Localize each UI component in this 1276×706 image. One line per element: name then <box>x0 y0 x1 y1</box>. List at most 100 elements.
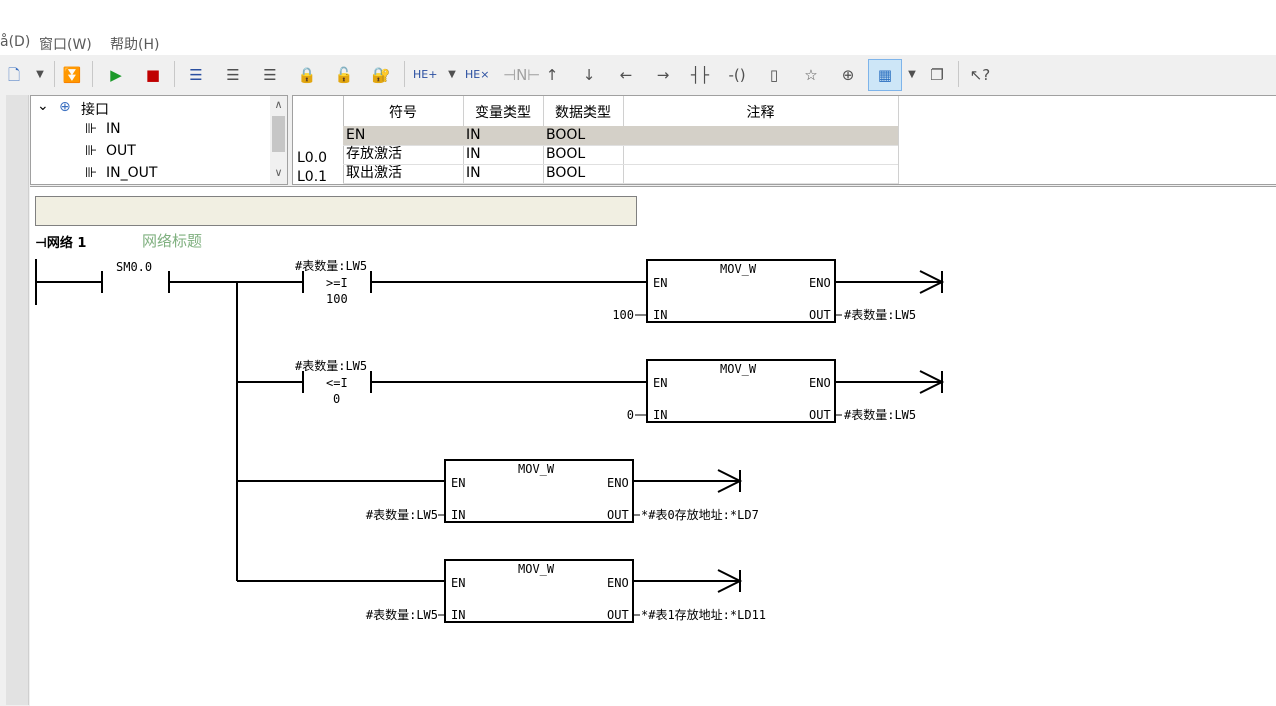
box-eno: ENO <box>809 376 831 390</box>
toolbar-separator <box>92 61 93 87</box>
row-number: L0.1 <box>297 169 328 181</box>
box-in: IN <box>653 308 667 322</box>
lock-icon[interactable]: 🔒 <box>295 63 319 87</box>
variable-table: L0.0 L0.1 符号 变量类型 数据类型 注释 EN IN BOOL 存放激… <box>292 95 1276 185</box>
box-name: MOV_W <box>720 362 757 376</box>
lock-blue-icon[interactable]: 🔐 <box>369 63 393 87</box>
cell-symbol[interactable]: 取出激活 <box>346 164 402 183</box>
tree-item-out[interactable]: OUT <box>106 143 136 159</box>
chevron-down-icon[interactable]: ▼ <box>28 63 52 87</box>
ladder-editor[interactable]: ⊣网络 1 网络标题 SM0.0 #表数量:LW5 >=I 100 #表数量:L… <box>30 186 1276 706</box>
scroll-down-icon[interactable]: ∨ <box>270 166 287 179</box>
chevron-down-icon[interactable]: ▼ <box>900 63 924 87</box>
zoom-icon[interactable]: ⊕ <box>836 63 860 87</box>
box-out: OUT <box>809 308 831 322</box>
interface-icon: ⊕ <box>59 99 71 115</box>
table-row[interactable]: EN IN BOOL <box>343 126 898 146</box>
box-eno: ENO <box>607 476 629 490</box>
header-symbol[interactable]: 符号 <box>343 100 463 126</box>
star-icon[interactable]: ☆ <box>799 63 823 87</box>
download-icon[interactable]: ⏬ <box>60 63 84 87</box>
menu-partial[interactable]: å(D) <box>0 34 30 50</box>
delete-network-icon[interactable]: HE× <box>465 63 489 87</box>
interface-tree: ⌄ ⊕ 接口 ⊪ IN ⊪ OUT ⊪ IN_OUT ∧ ∨ <box>30 95 288 185</box>
block3-icon[interactable]: ☰ <box>258 63 282 87</box>
box-in-value: 100 <box>612 308 634 322</box>
right-arrow-icon[interactable]: → <box>651 63 675 87</box>
stop-icon[interactable]: ■ <box>141 63 165 87</box>
cell-vartype[interactable]: IN <box>466 164 481 183</box>
row-number-column: L0.0 L0.1 <box>293 96 344 184</box>
row-number: L0.0 <box>297 150 328 162</box>
cell-vartype[interactable]: IN <box>466 126 481 145</box>
header-datatype[interactable]: 数据类型 <box>543 100 623 126</box>
new-file-icon[interactable]: 🗋 <box>2 63 26 87</box>
insert-network-icon[interactable]: HE+ <box>413 63 437 87</box>
negate-icon[interactable]: ⊣N⊢ <box>503 63 540 87</box>
unlock-icon[interactable]: 🔓 <box>332 63 356 87</box>
scroll-thumb[interactable] <box>272 116 285 152</box>
pin-icon: ⊪ <box>85 165 98 181</box>
box-out-value: *#表1存放地址:*LD11 <box>641 607 766 622</box>
up-arrow-icon[interactable]: ↑ <box>540 63 564 87</box>
chevron-down-icon[interactable]: ▼ <box>440 63 464 87</box>
cell-datatype[interactable]: BOOL <box>546 126 585 145</box>
toolbar-separator <box>54 61 55 87</box>
menu-window[interactable]: 窗口(W) <box>39 34 92 54</box>
windows-icon[interactable]: ❐ <box>925 63 949 87</box>
cell-datatype[interactable]: BOOL <box>546 145 585 164</box>
toolbar-separator <box>958 61 959 87</box>
box-icon[interactable]: ▯ <box>762 63 786 87</box>
table-row[interactable]: 取出激活 IN BOOL <box>343 164 898 184</box>
box-out-value: *#表0存放地址:*LD7 <box>641 507 759 522</box>
cell-vartype[interactable]: IN <box>466 145 481 164</box>
cell-datatype[interactable]: BOOL <box>546 164 585 183</box>
cell-symbol[interactable]: EN <box>346 126 365 145</box>
scroll-up-icon[interactable]: ∧ <box>270 98 287 111</box>
table-icon[interactable]: ▦ <box>868 59 902 91</box>
down-arrow-icon[interactable]: ↓ <box>577 63 601 87</box>
tree-item-in-out[interactable]: IN_OUT <box>106 165 157 181</box>
toolbar: 🗋 ▼ ⏬ ▶ ■ ☰ ☰ ☰ 🔒 🔓 🔐 HE+ ▼ HE× ⊣N⊢ ↑ ↓ … <box>0 55 1276 95</box>
box-in: IN <box>451 608 465 622</box>
box-out: OUT <box>607 608 629 622</box>
box-en: EN <box>653 376 667 390</box>
box-in: IN <box>451 508 465 522</box>
run-icon[interactable]: ▶ <box>104 63 128 87</box>
box-eno: ENO <box>809 276 831 290</box>
tree-expand-icon[interactable]: ⌄ <box>37 98 49 114</box>
help-icon[interactable]: ↖? <box>968 63 992 87</box>
cmp1-operand: #表数量:LW5 <box>295 258 367 273</box>
box-in-value: #表数量:LW5 <box>366 507 438 522</box>
left-strip <box>0 95 30 705</box>
box-name: MOV_W <box>518 562 555 576</box>
box-in: IN <box>653 408 667 422</box>
cell-symbol[interactable]: 存放激活 <box>346 145 402 164</box>
box-out-value: #表数量:LW5 <box>844 307 916 322</box>
contact-icon[interactable]: ┤├ <box>688 63 712 87</box>
block2-icon[interactable]: ☰ <box>221 63 245 87</box>
pin-icon: ⊪ <box>85 143 98 159</box>
block1-icon[interactable]: ☰ <box>184 63 208 87</box>
box-en: EN <box>653 276 667 290</box>
box-eno: ENO <box>607 576 629 590</box>
box-out-value: #表数量:LW5 <box>844 407 916 422</box>
tree-scrollbar[interactable]: ∧ ∨ <box>270 96 287 184</box>
tree-root-label[interactable]: 接口 <box>81 99 109 119</box>
menu-help[interactable]: 帮助(H) <box>110 34 159 54</box>
box-in-value: #表数量:LW5 <box>366 607 438 622</box>
box-en: EN <box>451 576 465 590</box>
left-arrow-icon[interactable]: ← <box>614 63 638 87</box>
header-comment[interactable]: 注释 <box>623 100 898 126</box>
ladder-diagram: SM0.0 #表数量:LW5 >=I 100 #表数量:LW5 <=I 0 MO… <box>35 258 945 623</box>
box-en: EN <box>451 476 465 490</box>
header-vartype[interactable]: 变量类型 <box>463 100 543 126</box>
toolbar-separator <box>174 61 175 87</box>
cmp1-op: >=I <box>326 276 348 290</box>
tree-item-in[interactable]: IN <box>106 121 121 137</box>
coil-icon[interactable]: -() <box>725 63 749 87</box>
cmp1-value: 100 <box>326 292 348 306</box>
box-name: MOV_W <box>518 462 555 476</box>
box-name: MOV_W <box>720 262 757 276</box>
table-row[interactable]: 存放激活 IN BOOL <box>343 145 898 165</box>
